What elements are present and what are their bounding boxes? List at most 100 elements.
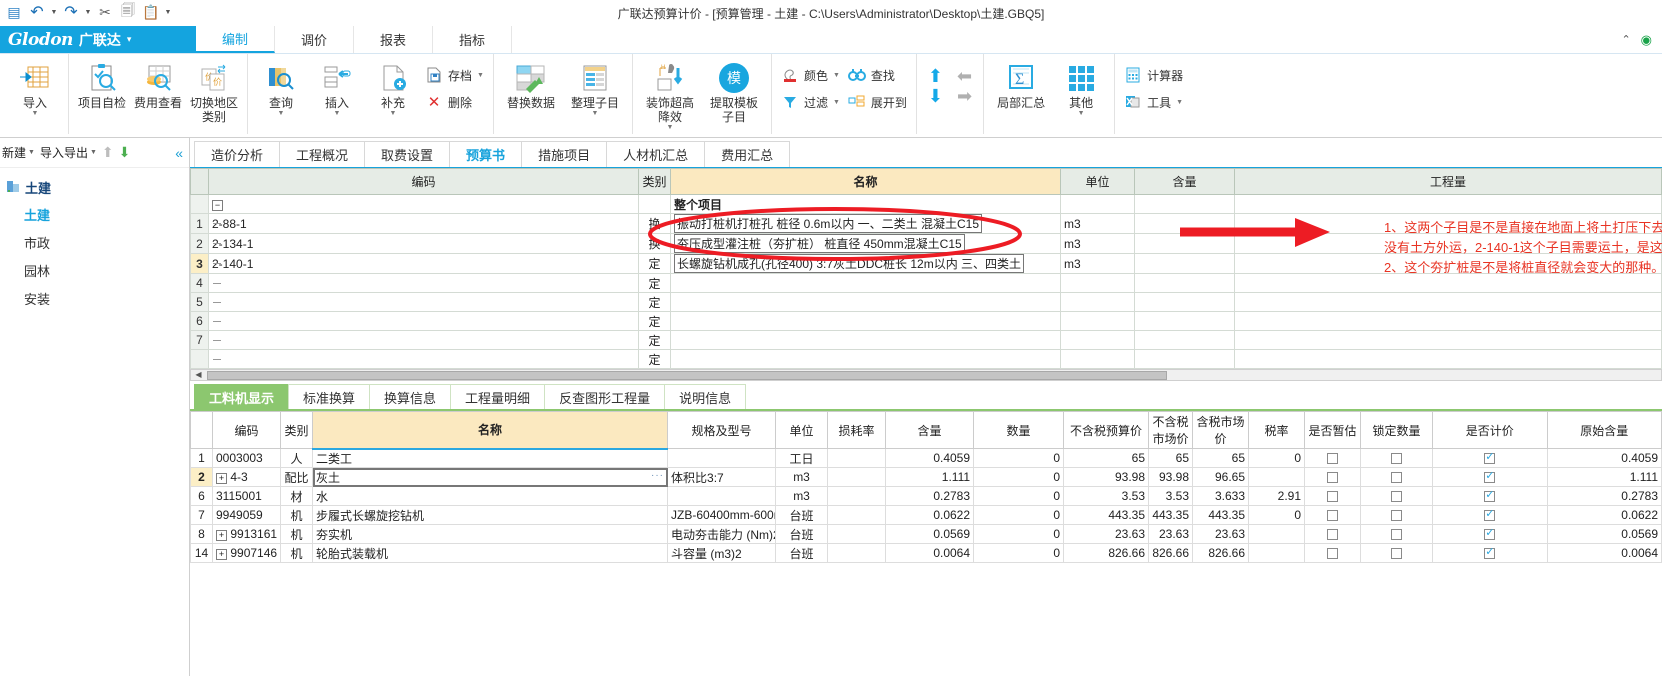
cell-kind[interactable]: 换: [638, 233, 671, 254]
cell-qty[interactable]: 0: [973, 543, 1065, 563]
ribbon-tab-tiaojia[interactable]: 调价: [275, 26, 355, 53]
cell-qty[interactable]: 0: [973, 524, 1065, 544]
ribbon-button-color[interactable]: 颜色 ▼: [781, 64, 840, 86]
cell-name[interactable]: 二类工: [311, 448, 669, 468]
detail-tab-fanchatuxing[interactable]: 反查图形工程量: [544, 384, 666, 409]
cell-code[interactable]: [208, 292, 639, 312]
lock-qty-checkbox[interactable]: [1391, 472, 1403, 484]
cell-orig-content[interactable]: 0.0064: [1546, 543, 1662, 563]
col-tax-rate[interactable]: 税率: [1248, 411, 1306, 449]
cell-lock-qty[interactable]: [1360, 467, 1434, 487]
cell-loss[interactable]: [827, 524, 887, 544]
doc-tab-rencaijihuizong[interactable]: 人材机汇总: [606, 141, 706, 167]
expand-row-icon[interactable]: +: [216, 530, 227, 541]
provisional-checkbox[interactable]: [1327, 453, 1339, 465]
dropdown-caret-icon[interactable]: ▼: [334, 110, 341, 117]
provisional-checkbox[interactable]: [1327, 472, 1339, 484]
detail-tab-gongliaojixianshi[interactable]: 工料机显示: [194, 384, 290, 409]
ribbon-button-other[interactable]: 其他 ▼: [1053, 58, 1109, 117]
cell-unit[interactable]: 台班: [775, 543, 829, 563]
col-priced[interactable]: 是否计价: [1432, 411, 1548, 449]
ribbon-button-replace-data[interactable]: 替换数据: [499, 58, 563, 110]
ribbon-button-switch-region[interactable]: 价价 切换地区类别: [186, 58, 242, 124]
cell-taxed-price[interactable]: 443.35: [1192, 505, 1250, 525]
ribbon-button-calculator[interactable]: 计算器: [1124, 64, 1183, 86]
app-logo[interactable]: Glodon 广联达 ▾: [0, 26, 196, 53]
cell-name[interactable]: 灰土 ···: [311, 467, 669, 487]
table-row[interactable]: 4 定: [190, 273, 1662, 293]
cell-unit[interactable]: [1060, 273, 1135, 293]
col-code[interactable]: 编码: [208, 168, 639, 195]
cell-taxed-price[interactable]: 826.66: [1192, 543, 1250, 563]
cell-code[interactable]: + 4-3: [212, 467, 281, 487]
cell-budget-price[interactable]: 826.66: [1063, 543, 1150, 563]
cell-orig-content[interactable]: 0.0622: [1546, 505, 1662, 525]
tree-item-yuanlin[interactable]: 园林: [6, 256, 189, 284]
cell-priced[interactable]: [1432, 505, 1548, 525]
cell-unit[interactable]: m3: [775, 467, 829, 487]
cell-code[interactable]: 2-134-1: [208, 233, 639, 254]
priced-checkbox[interactable]: [1484, 450, 1496, 465]
cell-code[interactable]: [208, 311, 639, 331]
table-row[interactable]: 2 + 4-3 配比 灰土 ··· 体积比3:7 m3 1.111 0 93.98…: [190, 467, 1662, 487]
tree-item-shizheng[interactable]: 市政: [6, 228, 189, 256]
cell-content[interactable]: 0.2783: [885, 486, 975, 506]
cell-provisional[interactable]: [1304, 467, 1362, 487]
col-market-price[interactable]: 不含税市场价: [1148, 411, 1194, 449]
dropdown-caret-icon[interactable]: ▼: [32, 110, 39, 117]
cell-kind[interactable]: 定: [638, 273, 671, 293]
dropdown-caret-icon[interactable]: ▼: [833, 99, 840, 106]
cell-kind[interactable]: 定: [638, 349, 671, 369]
col-orig-content[interactable]: 原始含量: [1546, 411, 1662, 449]
cell-name[interactable]: 轮胎式装载机: [311, 543, 669, 563]
cell-lock-qty[interactable]: [1360, 486, 1434, 506]
cell-unit[interactable]: m3: [1060, 233, 1135, 254]
provisional-checkbox[interactable]: [1327, 491, 1339, 503]
cell-qty[interactable]: [1234, 311, 1662, 331]
cell-market-price[interactable]: 65: [1148, 448, 1194, 468]
dropdown-caret-icon[interactable]: ▼: [477, 72, 484, 79]
cell-unit[interactable]: 台班: [775, 505, 829, 525]
cell-unit[interactable]: [1060, 311, 1135, 331]
cell-name[interactable]: 振动打桩机打桩孔 桩径 0.6m以内 一、二类土 混凝土C15: [670, 213, 1061, 234]
priced-checkbox[interactable]: [1484, 507, 1496, 522]
ribbon-button-fee-view[interactable]: 费用查看: [130, 58, 186, 110]
cell-name[interactable]: 水: [311, 486, 669, 506]
cell-qty[interactable]: 0: [973, 505, 1065, 525]
cell-provisional[interactable]: [1304, 448, 1362, 468]
cell-tax-rate[interactable]: [1248, 543, 1306, 563]
cell-loss[interactable]: [827, 486, 887, 506]
ribbon-button-import[interactable]: 导入 ▼: [7, 58, 63, 117]
dropdown-caret-icon[interactable]: ▼: [278, 110, 285, 117]
ribbon-button-supplement[interactable]: 补充 ▼: [365, 58, 421, 117]
cell-content[interactable]: [1134, 253, 1235, 274]
cell-priced[interactable]: [1432, 448, 1548, 468]
cell-lock-qty[interactable]: [1360, 524, 1434, 544]
cell-kind[interactable]: 配比: [280, 467, 313, 487]
cell-provisional[interactable]: [1304, 486, 1362, 506]
cell-content[interactable]: [1134, 349, 1235, 369]
cell-kind[interactable]: 定: [638, 253, 671, 274]
table-row[interactable]: 5 定: [190, 292, 1662, 312]
cell-qty[interactable]: [1234, 330, 1662, 350]
cell-unit[interactable]: m3: [1060, 253, 1135, 274]
table-row[interactable]: 2 2-134-1 换 夯压成型灌注桩（夯扩桩） 桩直径 450mm混凝土C15…: [190, 233, 1662, 254]
cell-qty[interactable]: [1234, 349, 1662, 369]
cell-provisional[interactable]: [1304, 505, 1362, 525]
cell-content[interactable]: 0.0569: [885, 524, 975, 544]
ribbon-button-delete[interactable]: ✕ 删除: [425, 91, 484, 113]
col-kind[interactable]: 类别: [280, 411, 313, 449]
cell-tax-rate[interactable]: 0: [1248, 505, 1306, 525]
col-content[interactable]: 含量: [1134, 168, 1235, 195]
cell-code[interactable]: 2-88-1: [208, 213, 639, 234]
tree-root-node[interactable]: 土建: [6, 174, 189, 200]
cell-orig-content[interactable]: 0.4059: [1546, 448, 1662, 468]
cell-code[interactable]: 2-140-1: [208, 253, 639, 274]
doc-tab-feiyonghuizong[interactable]: 费用汇总: [704, 141, 791, 167]
dropdown-caret-icon[interactable]: ▼: [666, 124, 673, 131]
cell-qty[interactable]: [1234, 273, 1662, 293]
cell-code[interactable]: 9949059: [212, 505, 281, 525]
cell-tax-rate[interactable]: [1248, 467, 1306, 487]
cell-name[interactable]: [670, 330, 1061, 350]
left-arrow-icon[interactable]: ⬅: [957, 67, 972, 85]
